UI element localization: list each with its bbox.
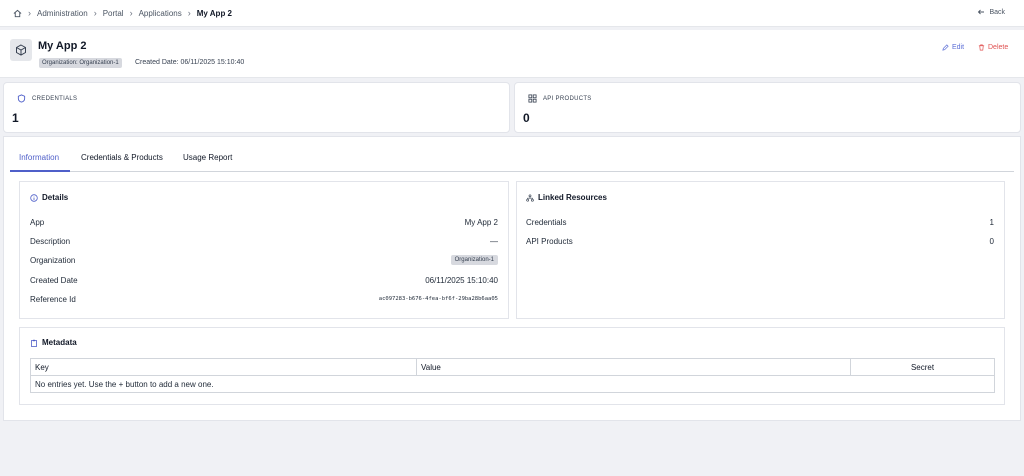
- home-icon[interactable]: [13, 9, 22, 18]
- linked-label-api-products: API Products: [526, 237, 573, 246]
- detail-value-reference-id: ac097283-b676-4fea-bf6f-29ba28b6aa05: [378, 296, 498, 302]
- linked-label-credentials: Credentials: [526, 218, 567, 227]
- back-label: Back: [989, 8, 1005, 16]
- metadata-title-row: Metadata: [30, 338, 77, 347]
- credentials-stat-label-row: CREDENTIALS: [17, 94, 77, 103]
- breadcrumb-current: My App 2: [196, 8, 232, 18]
- detail-value-created-date: 06/11/2025 15:10:40: [425, 276, 498, 285]
- linked-resources-title-row: Linked Resources: [526, 193, 607, 202]
- tab-information[interactable]: Information: [19, 153, 59, 162]
- created-date: Created Date: 06/11/2025 15:10:40: [135, 59, 245, 66]
- chevron-right-icon: ›: [93, 8, 97, 18]
- breadcrumb-administration[interactable]: Administration: [37, 9, 88, 18]
- grid-icon: [528, 94, 537, 103]
- credentials-stat-value: 1: [12, 111, 19, 125]
- package-icon: [10, 39, 32, 61]
- detail-value-app: My App 2: [464, 218, 498, 227]
- detail-value-description: —: [490, 237, 498, 246]
- detail-label-created-date: Created Date: [30, 276, 78, 285]
- metadata-title: Metadata: [42, 338, 77, 347]
- linked-value-credentials: 1: [989, 218, 994, 227]
- arrow-left-icon: [977, 8, 985, 16]
- column-header-secret: Secret: [851, 359, 994, 376]
- details-title-row: Details: [30, 193, 68, 202]
- api-products-stat-card: API PRODUCTS 0: [514, 82, 1021, 133]
- api-products-stat-label: API PRODUCTS: [543, 95, 592, 102]
- delete-button[interactable]: Delete: [978, 44, 1008, 51]
- shield-icon: [17, 94, 26, 103]
- detail-label-organization: Organization: [30, 256, 76, 265]
- metadata-table: Key Value Secret No entries yet. Use the…: [30, 358, 995, 393]
- chevron-right-icon: ›: [187, 8, 191, 18]
- tab-usage-report[interactable]: Usage Report: [183, 153, 232, 162]
- chevron-right-icon: ›: [129, 8, 133, 18]
- chevron-right-icon: ›: [28, 8, 31, 18]
- delete-label: Delete: [988, 44, 1009, 51]
- breadcrumb-portal[interactable]: Portal: [103, 9, 124, 18]
- pencil-icon: [942, 44, 949, 51]
- credentials-stat-card: CREDENTIALS 1: [3, 82, 510, 133]
- organization-badge: Organization: Organization-1: [39, 58, 122, 68]
- info-icon: [30, 193, 38, 202]
- tabs-divider: [10, 171, 1014, 172]
- edit-button[interactable]: Edit: [942, 44, 964, 51]
- network-icon: [526, 193, 534, 202]
- detail-label-description: Description: [30, 237, 71, 246]
- breadcrumb: › Administration › Portal › Applications…: [13, 8, 232, 18]
- page-title: My App 2: [38, 40, 87, 52]
- app-header: [0, 30, 1024, 78]
- clipboard-icon: [30, 339, 38, 347]
- credentials-stat-label: CREDENTIALS: [32, 95, 78, 102]
- api-products-stat-label-row: API PRODUCTS: [528, 94, 592, 103]
- api-products-stat-value: 0: [523, 111, 530, 125]
- column-header-key: Key: [31, 359, 417, 376]
- detail-value-organization: Organization-1: [450, 255, 498, 265]
- linked-value-api-products: 0: [989, 237, 994, 246]
- detail-label-app: App: [30, 218, 45, 227]
- linked-resources-title: Linked Resources: [538, 193, 607, 202]
- column-header-value: Value: [417, 359, 851, 376]
- back-button[interactable]: Back: [977, 8, 1005, 16]
- breadcrumb-applications[interactable]: Applications: [139, 9, 182, 18]
- details-title: Details: [42, 193, 69, 202]
- metadata-empty-message: No entries yet. Use the + button to add …: [35, 380, 214, 389]
- tab-credentials-products[interactable]: Credentials & Products: [81, 153, 163, 162]
- detail-label-reference-id: Reference Id: [30, 295, 76, 304]
- edit-label: Edit: [952, 44, 965, 51]
- trash-icon: [978, 44, 985, 51]
- active-tab-indicator: [10, 170, 70, 172]
